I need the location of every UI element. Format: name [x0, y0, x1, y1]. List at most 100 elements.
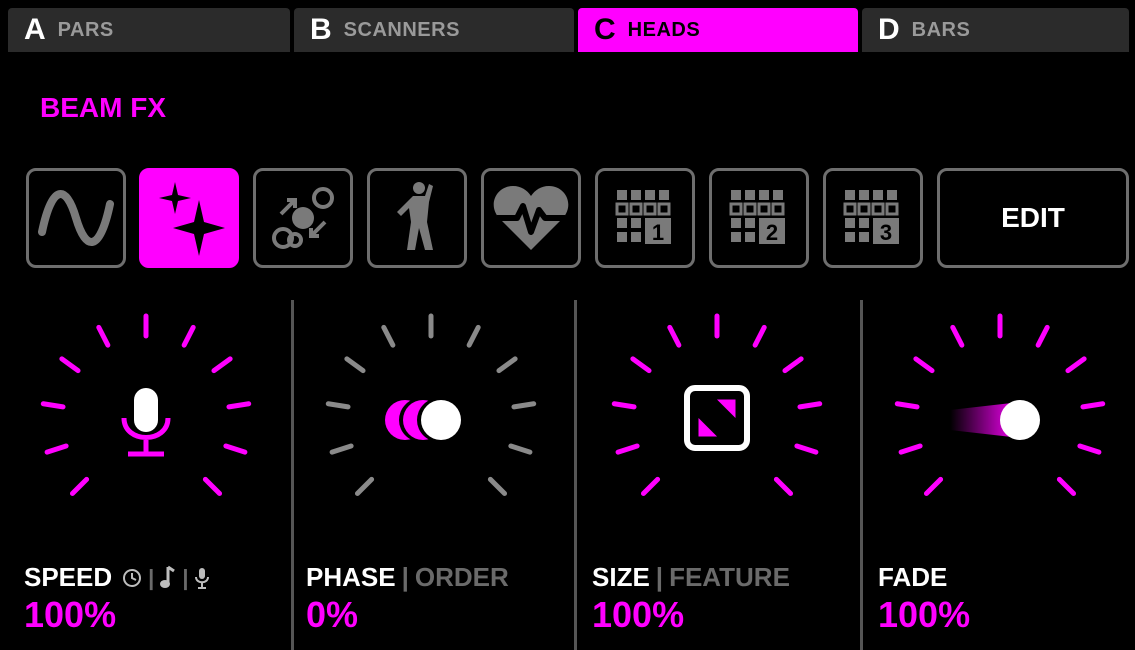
knob-tick — [508, 443, 533, 455]
mic-icon[interactable] — [194, 566, 210, 590]
fx-button-heartbeat[interactable] — [481, 168, 581, 268]
phase-knob[interactable] — [301, 306, 561, 546]
knob-tick — [487, 476, 508, 497]
grid-preset-3-icon: 3 — [843, 190, 899, 245]
fx-button-grid-preset-3[interactable]: 3 — [823, 168, 923, 268]
grid-preset-number: 2 — [766, 220, 778, 245]
tab-letter: D — [878, 13, 900, 46]
knob-tick — [202, 476, 223, 497]
column-divider — [291, 300, 294, 650]
sparkle-icon — [159, 182, 225, 256]
label-separator: | — [401, 562, 409, 592]
mic-icon — [121, 388, 171, 457]
dancer-icon — [397, 182, 433, 250]
fx-button-sine[interactable] — [26, 168, 126, 268]
knob-tick — [797, 401, 823, 410]
knob-tick — [898, 443, 923, 455]
knob-tick — [923, 476, 944, 497]
speed-label: SPEED — [24, 562, 113, 592]
knob-tick — [40, 401, 66, 410]
knob-tick — [950, 324, 965, 348]
tab-letter: C — [594, 13, 616, 46]
heartbeat-icon — [493, 186, 569, 250]
order-label[interactable]: ORDER — [415, 562, 509, 593]
grid-preset-2-icon: 2 — [729, 190, 785, 245]
grid-preset-number: 1 — [652, 220, 664, 245]
grid-preset-number: 3 — [880, 220, 892, 245]
knob-tick — [226, 401, 252, 410]
phase-circles-icon — [385, 398, 461, 442]
phase-param: PHASE | ORDER 0% — [306, 562, 509, 633]
knob-tick — [59, 356, 81, 374]
knob-tick — [325, 401, 351, 410]
move-dots-icon — [272, 187, 334, 249]
knob-tick — [752, 324, 767, 348]
fade-label: FADE — [878, 562, 948, 592]
knob-tick — [44, 443, 69, 455]
fade-knob[interactable] — [870, 306, 1130, 546]
feature-label[interactable]: FEATURE — [669, 562, 790, 593]
clock-icon[interactable] — [122, 568, 142, 588]
edit-button-label: EDIT — [1001, 202, 1065, 233]
phase-label: PHASE — [306, 562, 396, 592]
knob-tick — [223, 443, 248, 455]
knob-tick — [181, 324, 196, 348]
knob-tick — [773, 476, 794, 497]
knob-tick — [615, 443, 640, 455]
knob-tick — [344, 356, 366, 374]
knob-tick — [894, 401, 920, 410]
speed-value: 100% — [24, 594, 117, 635]
tab-label: BARS — [911, 18, 971, 41]
knob-tick — [1077, 443, 1102, 455]
tab-letter: A — [24, 13, 46, 46]
knob-tick — [211, 356, 233, 374]
tab-pars[interactable]: A PARS — [8, 8, 290, 52]
size-param: SIZE | FEATURE 100% — [592, 562, 790, 633]
grid-preset-1-icon: 1 — [615, 190, 671, 245]
edit-button[interactable]: EDIT — [937, 168, 1129, 268]
tab-heads[interactable]: C HEADS — [578, 8, 858, 52]
column-divider — [860, 300, 863, 650]
fx-button-dancer[interactable] — [367, 168, 467, 268]
resize-icon — [684, 385, 750, 451]
speed-knob[interactable] — [16, 306, 276, 546]
label-separator: | — [655, 562, 664, 592]
knob-tick — [611, 401, 637, 410]
section-title: BEAM FX — [40, 92, 166, 123]
knob-tick — [782, 356, 804, 374]
speed-param: SPEED | | 100% — [24, 562, 210, 633]
speed-mode-icons: | | — [122, 565, 210, 591]
size-label: SIZE — [592, 562, 650, 592]
knob-tick — [329, 443, 354, 455]
knob-tick — [640, 476, 661, 497]
fx-button-grid-preset-2[interactable]: 2 — [709, 168, 809, 268]
knob-tick — [794, 443, 819, 455]
knob-tick — [913, 356, 935, 374]
tab-label: PARS — [57, 18, 114, 41]
fade-param: FADE 100% — [878, 562, 970, 633]
fx-button-grid-preset-1[interactable]: 1 — [595, 168, 695, 268]
knob-tick — [496, 356, 518, 374]
tab-bars[interactable]: D BARS — [862, 8, 1129, 52]
tab-label: HEADS — [627, 18, 701, 41]
knob-tick — [1056, 476, 1077, 497]
knob-tick — [1065, 356, 1087, 374]
knob-tick — [630, 356, 652, 374]
phase-value: 0% — [306, 594, 359, 635]
tab-scanners[interactable]: B SCANNERS — [294, 8, 574, 52]
knob-tick — [667, 324, 682, 348]
fx-button-sparkle[interactable] — [139, 168, 239, 268]
knob-tick — [69, 476, 90, 497]
size-value: 100% — [592, 594, 685, 635]
fade-dot-icon — [950, 400, 1040, 440]
music-note-icon[interactable] — [160, 565, 176, 591]
knob-tick — [466, 324, 481, 348]
knob-tick — [1080, 401, 1106, 410]
knob-tick — [1035, 324, 1050, 348]
size-knob[interactable] — [587, 306, 847, 546]
group-tabs: A PARS B SCANNERS C HEADS D BARS — [0, 0, 1135, 52]
knob-tick — [511, 401, 537, 410]
fx-button-move[interactable] — [253, 168, 353, 268]
knob-tick — [354, 476, 375, 497]
tab-letter: B — [310, 13, 332, 46]
